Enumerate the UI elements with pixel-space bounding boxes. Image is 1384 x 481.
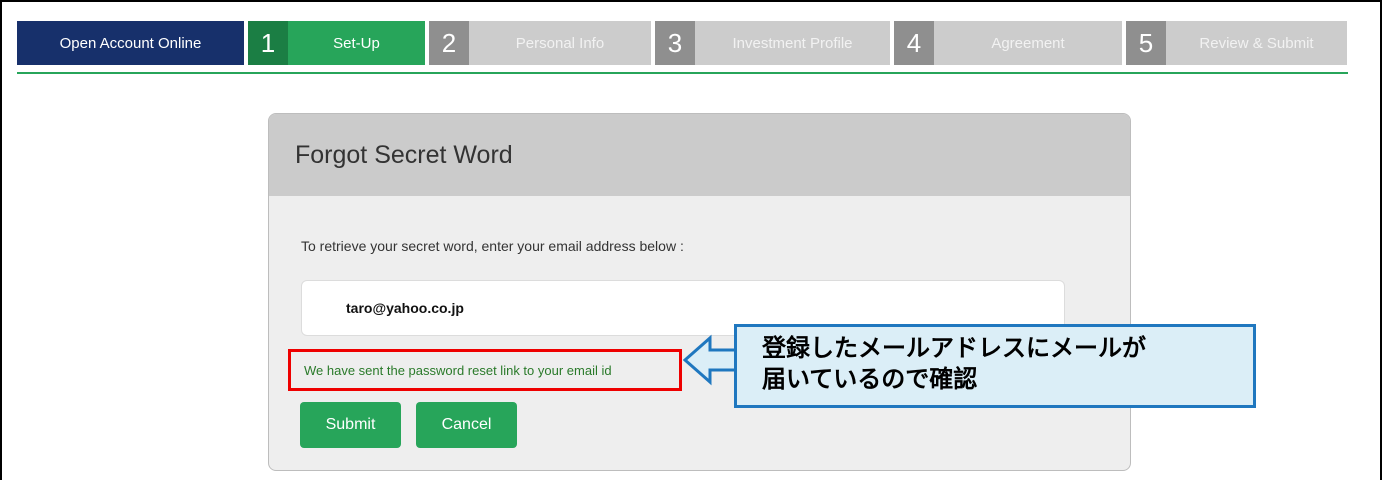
step-label: Set-Up [288,21,425,65]
step-number: 3 [655,21,695,65]
open-account-step[interactable]: Open Account Online [17,21,244,65]
callout-line-1: 登録したメールアドレスにメールが [762,335,1146,362]
step-label: Review & Submit [1166,21,1347,65]
cancel-button[interactable]: Cancel [416,402,517,448]
step-label: Personal Info [469,21,651,65]
panel-title: Forgot Secret Word [269,114,1130,196]
step-number: 4 [894,21,934,65]
step-agreement[interactable]: 4 Agreement [894,21,1122,65]
annotation-callout: 登録したメールアドレスにメールが 届いているので確認 [734,324,1256,408]
success-message: We have sent the password reset link to … [288,349,682,391]
step-number: 2 [429,21,469,65]
callout-line-2: 届いているので確認 [762,366,978,393]
callout-arrow-icon [683,334,739,386]
step-review-submit[interactable]: 5 Review & Submit [1126,21,1347,65]
step-number: 5 [1126,21,1166,65]
submit-button[interactable]: Submit [300,402,401,448]
step-setup[interactable]: 1 Set-Up [248,21,425,65]
step-label: Agreement [934,21,1122,65]
step-investment-profile[interactable]: 3 Investment Profile [655,21,890,65]
forgot-secret-word-panel: Forgot Secret Word To retrieve your secr… [268,113,1131,471]
success-message-text: We have sent the password reset link to … [304,362,612,378]
instruction-text: To retrieve your secret word, enter your… [301,238,684,254]
progress-underline [17,72,1348,74]
progress-steps: Open Account Online 1 Set-Up 2 Personal … [17,21,1347,65]
step-number: 1 [248,21,288,65]
step-label: Investment Profile [695,21,890,65]
step-personal-info[interactable]: 2 Personal Info [429,21,651,65]
